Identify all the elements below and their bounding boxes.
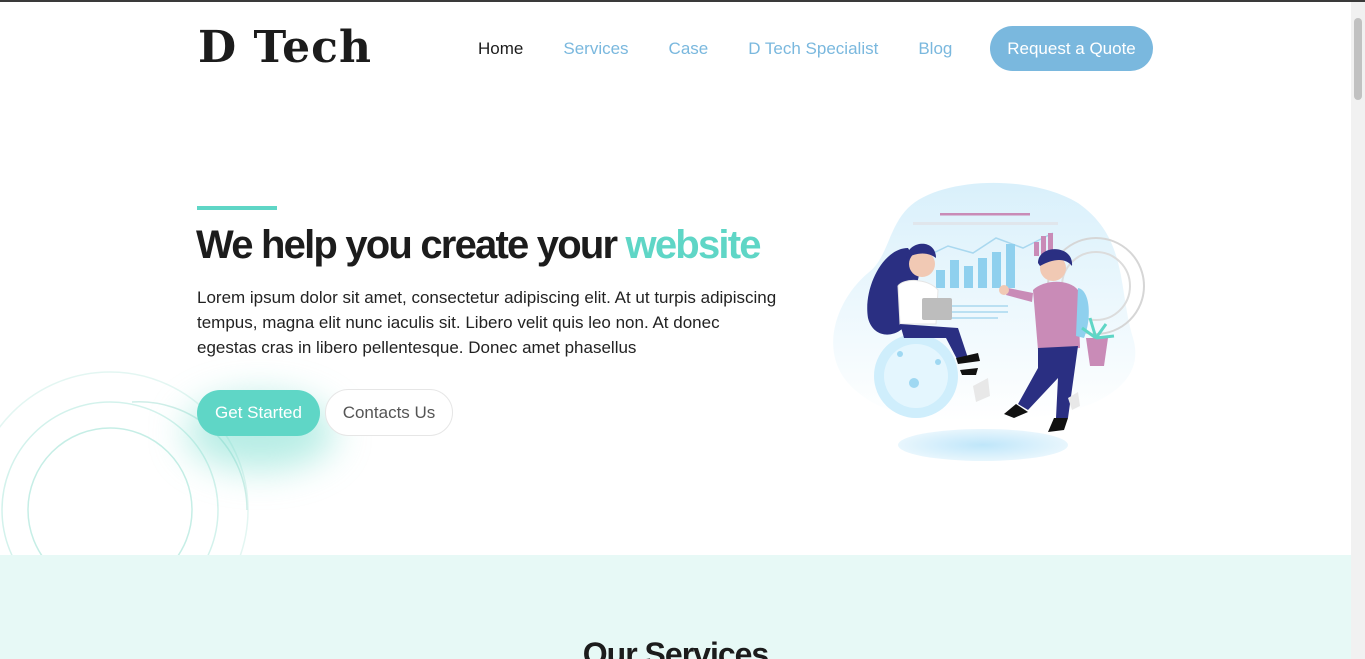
nav-item-blog[interactable]: Blog bbox=[918, 39, 952, 59]
main-nav: Home Services Case D Tech Specialist Blo… bbox=[478, 26, 992, 71]
team-analytics-illustration bbox=[833, 182, 1145, 461]
hero-accent-bar bbox=[197, 206, 277, 210]
contacts-us-button[interactable]: Contacts Us bbox=[325, 389, 453, 436]
hero-title-main: We help you create your bbox=[196, 223, 626, 267]
get-started-button[interactable]: Get Started bbox=[197, 390, 320, 436]
nav-item-home[interactable]: Home bbox=[478, 39, 523, 59]
nav-item-case[interactable]: Case bbox=[669, 39, 709, 59]
hero-title: We help you create your website bbox=[196, 222, 762, 268]
nav-item-services[interactable]: Services bbox=[563, 39, 628, 59]
scrollbar-thumb[interactable] bbox=[1354, 18, 1362, 100]
brand-logo[interactable]: D Tech bbox=[198, 22, 372, 74]
hero-title-highlight: website bbox=[625, 223, 762, 267]
window-top-border bbox=[0, 0, 1365, 2]
services-title: Our Services bbox=[582, 636, 769, 659]
page-scrollbar[interactable] bbox=[1351, 2, 1365, 659]
request-quote-button[interactable]: Request a Quote bbox=[990, 26, 1153, 71]
hero-description: Lorem ipsum dolor sit amet, consectetur … bbox=[197, 288, 777, 357]
nav-item-specialist[interactable]: D Tech Specialist bbox=[748, 39, 878, 59]
